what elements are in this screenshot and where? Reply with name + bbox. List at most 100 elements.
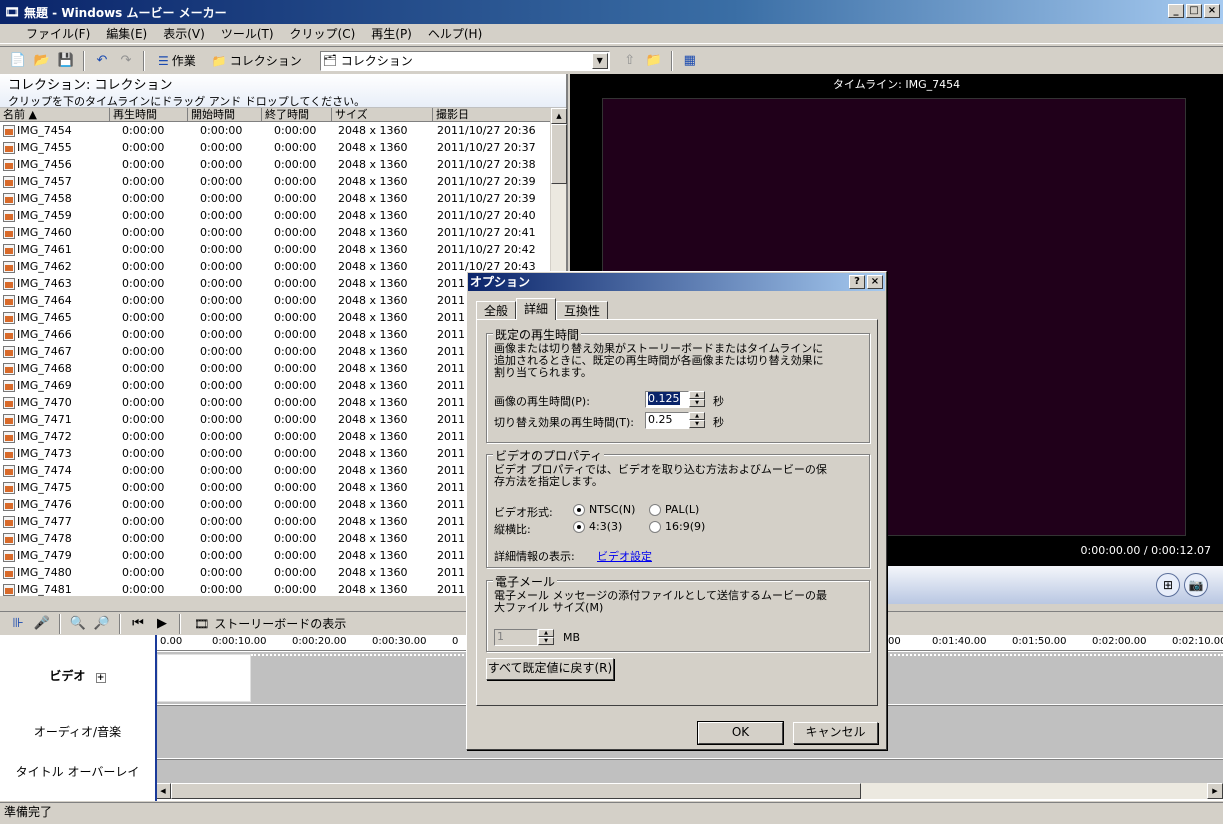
table-cell: 0:00:00 [200, 328, 243, 341]
zoom-out-icon[interactable]: 🔎 [92, 614, 112, 634]
table-row[interactable]: IMG_7458 0:00:00 0:00:00 0:00:00 2048 x 1360… [0, 190, 552, 207]
title-bar: 🎞 無題 - Windows ムービー メーカー _ □ × [0, 0, 1223, 24]
email-max-size-spinner[interactable]: ▲ ▼ [538, 629, 554, 646]
column-header-duration[interactable]: 再生時間 [110, 108, 188, 121]
transition-duration-input[interactable]: 0.25 [645, 412, 689, 429]
image-file-icon [3, 329, 15, 341]
scroll-thumb[interactable] [551, 124, 567, 184]
save-project-icon[interactable]: 💾 [56, 51, 76, 71]
menu-play[interactable]: 再生(P) [363, 25, 420, 42]
maximize-button[interactable]: □ [1186, 4, 1202, 18]
ratio-4-3-radio[interactable]: 4:3(3) [573, 520, 622, 533]
collection-dropdown[interactable]: 🗂 コレクション ▼ [319, 50, 610, 71]
tasks-button[interactable]: ☰ 作業 [152, 52, 202, 69]
column-header-date[interactable]: 撮影日 [433, 108, 552, 121]
spin-up-icon[interactable]: ▲ [689, 391, 705, 399]
narrate-microphone-icon[interactable]: 🎤 [32, 614, 52, 634]
spin-up-icon[interactable]: ▲ [538, 629, 554, 637]
scroll-left-button[interactable]: ◀ [155, 783, 171, 799]
expand-plus-icon[interactable]: + [95, 673, 106, 683]
column-header-end[interactable]: 終了時間 [262, 108, 332, 121]
ok-button[interactable]: OK [697, 721, 784, 745]
playhead[interactable] [155, 635, 157, 801]
video-clip[interactable] [157, 654, 251, 702]
tab-general[interactable]: 全般 [476, 301, 517, 320]
undo-icon[interactable]: ↶ [92, 51, 112, 71]
reset-defaults-button[interactable]: すべて既定値に戻す(R) [486, 658, 614, 680]
help-button[interactable]: ? [849, 275, 865, 289]
track-label-video[interactable]: ビデオ + [0, 667, 155, 684]
menu-file[interactable]: ファイル(F) [18, 25, 98, 42]
image-duration-spinner[interactable]: ▲ ▼ [689, 391, 705, 408]
table-cell: IMG_7459 [0, 209, 110, 222]
redo-icon[interactable]: ↷ [116, 51, 136, 71]
movie-maker-app-icon[interactable]: 🎞 [4, 4, 20, 20]
track-label-audio[interactable]: オーディオ/音楽 [0, 723, 155, 740]
table-cell: 0:00:00 [274, 430, 317, 443]
track-label-title-overlay[interactable]: タイトル オーバーレイ [0, 763, 155, 780]
column-header-name[interactable]: 名前 ▲ [0, 108, 110, 121]
set-audio-levels-icon[interactable]: ⊪ [8, 614, 28, 634]
tab-advanced[interactable]: 詳細 [516, 298, 557, 320]
title-overlay-track[interactable] [155, 759, 1223, 783]
video-settings-link[interactable]: ビデオ設定 [597, 548, 652, 564]
menu-tools[interactable]: ツール(T) [213, 25, 282, 42]
table-row[interactable]: IMG_7460 0:00:00 0:00:00 0:00:00 2048 x 1360… [0, 224, 552, 241]
spin-down-icon[interactable]: ▼ [689, 399, 705, 407]
dialog-title-bar: オプション ? × [468, 273, 885, 291]
collections-button[interactable]: 📁 コレクション [206, 52, 308, 69]
menu-help[interactable]: ヘルプ(H) [420, 25, 490, 42]
dialog-close-button[interactable]: × [867, 275, 883, 289]
ruler-label: 00 [888, 636, 901, 647]
table-row[interactable]: IMG_7455 0:00:00 0:00:00 0:00:00 2048 x 1360… [0, 139, 552, 156]
show-storyboard-button[interactable]: 🎞 ストーリーボードの表示 [188, 615, 352, 632]
new-folder-icon[interactable]: 📁 [644, 51, 664, 71]
table-cell: 2048 x 1360 [338, 566, 408, 579]
scroll-up-button[interactable]: ▲ [551, 108, 567, 124]
view-options-icon[interactable]: ▦ [680, 51, 700, 71]
table-row[interactable]: IMG_7461 0:00:00 0:00:00 0:00:00 2048 x 1360… [0, 241, 552, 258]
menu-edit[interactable]: 編集(E) [98, 25, 155, 42]
table-cell: 0:00:00 [200, 447, 243, 460]
menu-clip[interactable]: クリップ(C) [282, 25, 364, 42]
storyboard-label: ストーリーボードの表示 [214, 617, 347, 631]
timeline-horizontal-scrollbar[interactable]: ◀ ▶ [155, 783, 1223, 799]
table-row[interactable]: IMG_7456 0:00:00 0:00:00 0:00:00 2048 x 1360… [0, 156, 552, 173]
table-cell: IMG_7456 [0, 158, 110, 171]
table-row[interactable]: IMG_7459 0:00:00 0:00:00 0:00:00 2048 x 1360… [0, 207, 552, 224]
chevron-down-icon[interactable]: ▼ [591, 52, 608, 69]
column-header-start[interactable]: 開始時間 [188, 108, 262, 121]
minimize-button[interactable]: _ [1168, 4, 1184, 18]
spin-down-icon[interactable]: ▼ [689, 420, 705, 428]
image-duration-input[interactable]: 0.125 [645, 391, 689, 408]
table-cell: 0:00:00 [200, 566, 243, 579]
zoom-in-icon[interactable]: 🔍 [68, 614, 88, 634]
spin-down-icon[interactable]: ▼ [538, 637, 554, 645]
open-project-icon[interactable]: 📂 [32, 51, 52, 71]
up-level-icon[interactable]: ⇧ [620, 51, 640, 71]
transition-duration-spinner[interactable]: ▲ ▼ [689, 412, 705, 429]
table-row[interactable]: IMG_7454 0:00:00 0:00:00 0:00:00 2048 x 1360… [0, 122, 552, 139]
table-cell: 0:00:00 [122, 158, 165, 171]
ruler-label: 0:00:20.00 [292, 636, 347, 647]
new-project-icon[interactable]: 📄 [8, 51, 28, 71]
split-clip-icon[interactable]: ⊞ [1156, 573, 1180, 597]
ntsc-radio[interactable]: NTSC(N) [573, 503, 635, 516]
close-button[interactable]: × [1204, 4, 1220, 18]
scroll-thumb[interactable] [171, 783, 861, 799]
cancel-button[interactable]: キャンセル [793, 722, 878, 744]
image-file-icon [3, 210, 15, 222]
play-icon[interactable]: ▶ [152, 614, 172, 634]
table-cell: 0:00:00 [200, 464, 243, 477]
rewind-icon[interactable]: ⏮ [128, 614, 148, 634]
scroll-right-button[interactable]: ▶ [1207, 783, 1223, 799]
pal-radio[interactable]: PAL(L) [649, 503, 699, 516]
email-max-size-input[interactable]: 1 [494, 629, 538, 646]
spin-up-icon[interactable]: ▲ [689, 412, 705, 420]
tab-compatibility[interactable]: 互換性 [556, 301, 609, 320]
ratio-16-9-radio[interactable]: 16:9(9) [649, 520, 705, 533]
column-header-size[interactable]: サイズ [332, 108, 433, 121]
snapshot-camera-icon[interactable]: 📷 [1184, 573, 1208, 597]
table-row[interactable]: IMG_7457 0:00:00 0:00:00 0:00:00 2048 x 1360… [0, 173, 552, 190]
menu-view[interactable]: 表示(V) [155, 25, 213, 42]
